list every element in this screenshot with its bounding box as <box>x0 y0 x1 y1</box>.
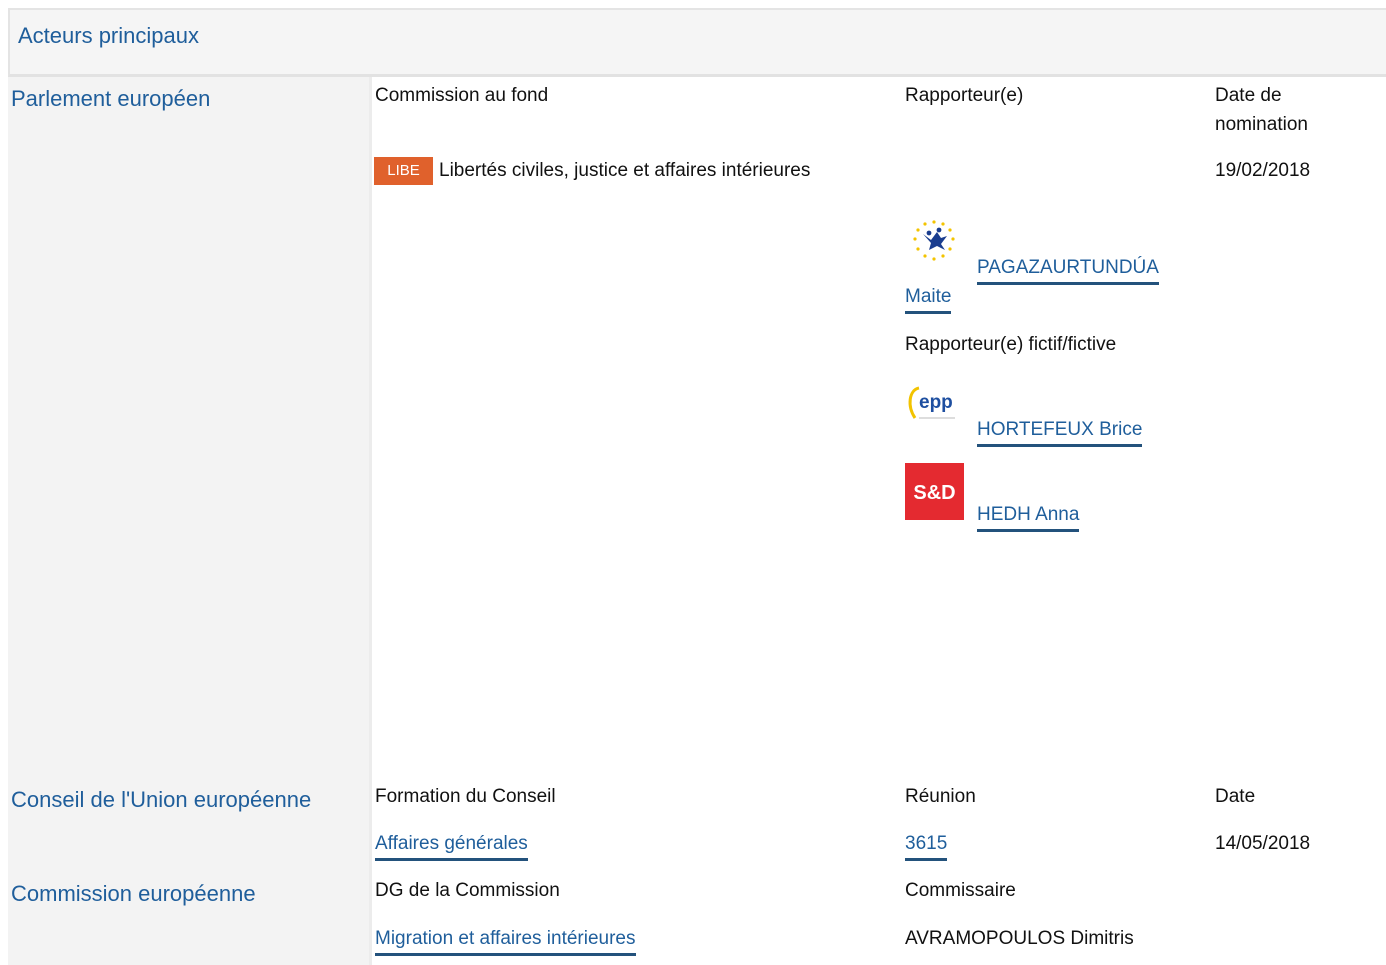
council-date: 14/05/2018 <box>1215 833 1311 854</box>
sd-group-logo: S&D <box>905 463 964 520</box>
commissioner-name: AVRAMOPOULOS Dimitris <box>905 928 1134 949</box>
council-label: Conseil de l'Union européenne <box>11 787 312 812</box>
rapporteur-column-header: Rapporteur(e) <box>905 85 1024 106</box>
shadow-rapporteur-header: Rapporteur(e) fictif/fictive <box>905 334 1117 355</box>
svg-text:epp: epp <box>919 392 953 413</box>
committee-column-header: Commission au fond <box>375 85 549 106</box>
nomination-date: 19/02/2018 <box>1215 160 1311 181</box>
rapporteur-link-line2[interactable]: Maite <box>905 284 952 314</box>
parliament-label: Parlement européen <box>11 86 211 111</box>
actors-label-column <box>8 77 372 965</box>
date-column-header-line2: nomination <box>1215 114 1308 135</box>
section-title: Acteurs principaux <box>18 23 199 48</box>
shadow-rapporteur-link-hedh[interactable]: HEDH Anna <box>977 502 1080 532</box>
council-meeting-link[interactable]: 3615 <box>905 831 948 861</box>
shadow-rapporteur-link-hortefeux[interactable]: HORTEFEUX Brice <box>977 417 1143 447</box>
commission-label: Commission européenne <box>11 881 256 906</box>
epp-heart-icon: epp <box>908 386 955 419</box>
rapporteur-link[interactable]: PAGAZAURTUNDÚA <box>977 255 1159 285</box>
committee-name: Libertés civiles, justice et affaires in… <box>439 160 811 181</box>
council-formation-link[interactable]: Affaires générales <box>375 831 528 861</box>
column-divider <box>369 77 372 965</box>
council-formation-header: Formation du Conseil <box>375 786 556 807</box>
commission-dg-link[interactable]: Migration et affaires intérieures <box>375 926 636 956</box>
committee-badge: LIBE <box>374 157 433 185</box>
commissioner-header: Commissaire <box>905 880 1016 901</box>
date-column-header-line1: Date de <box>1215 85 1282 106</box>
section-header <box>8 8 1386 77</box>
epp-group-logo: epp <box>905 378 964 435</box>
council-meeting-header: Réunion <box>905 786 976 807</box>
alde-stars-icon <box>913 220 955 261</box>
commission-dg-header: DG de la Commission <box>375 880 560 901</box>
council-date-header: Date <box>1215 786 1256 807</box>
alde-group-logo <box>905 216 964 273</box>
